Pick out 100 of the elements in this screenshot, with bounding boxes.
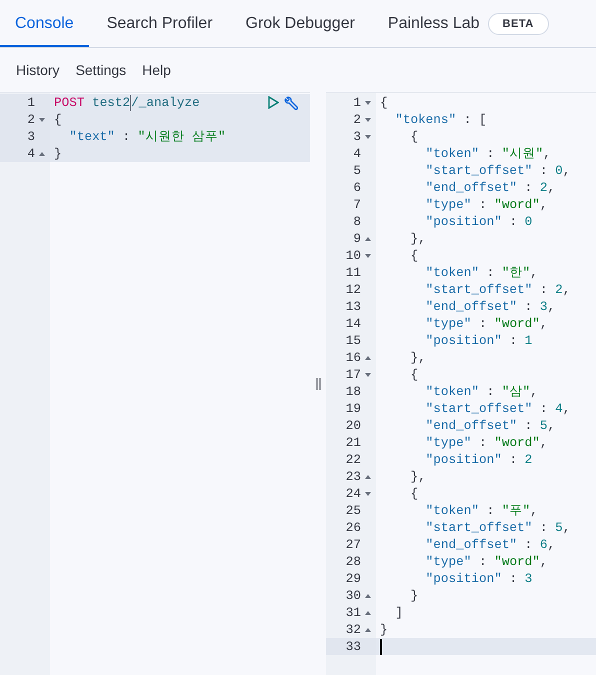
text-cursor	[130, 94, 132, 110]
line-number: 8	[353, 214, 361, 229]
expand-icon[interactable]	[364, 628, 370, 632]
line-number: 7	[353, 197, 361, 212]
line-number: 18	[346, 384, 361, 399]
collapse-icon[interactable]	[364, 372, 370, 376]
text-cursor	[380, 638, 382, 654]
tab[interactable]: Search Profiler	[92, 0, 228, 47]
code-line: "text" : "시원한 삼푸"	[68, 128, 226, 145]
code-line: }	[409, 588, 418, 603]
code-line: }	[54, 146, 62, 161]
line-number: 4	[353, 146, 361, 161]
line-number: 1	[27, 95, 35, 110]
code-editor[interactable]	[326, 92, 596, 675]
code-line: {	[380, 95, 388, 110]
line-number: 14	[346, 316, 361, 331]
line-number: 6	[353, 180, 361, 195]
expand-icon[interactable]	[364, 610, 370, 614]
code-line: "end_offset" : 5,	[424, 418, 556, 433]
collapse-icon[interactable]	[38, 118, 44, 122]
line-number: 22	[346, 452, 361, 467]
line-number: 10	[346, 248, 361, 263]
code-line: "end_offset" : 2,	[424, 180, 556, 195]
line-number: 32	[346, 622, 361, 637]
code-line: "end_offset" : 3,	[424, 299, 556, 314]
expand-icon[interactable]	[364, 356, 370, 360]
code-line: {	[409, 129, 418, 144]
menu-link[interactable]: Settings	[76, 62, 126, 78]
code-line: "token" : "푸",	[424, 502, 538, 519]
code-line: "end_offset" : 6,	[424, 537, 556, 552]
expand-icon[interactable]	[364, 236, 370, 240]
line-number: 30	[346, 588, 361, 603]
code-line: {	[54, 112, 62, 127]
line-number: 19	[346, 401, 361, 416]
tab[interactable]: Painless Lab BETA	[372, 0, 564, 47]
menu-link[interactable]: History	[16, 62, 60, 78]
code-line: },	[409, 469, 426, 484]
code-editor[interactable]: 1 2 3 4 POST test2/_analyze { "text" : "시원한 삼푸" }	[0, 92, 310, 675]
code-line: "type" : "word",	[424, 197, 548, 212]
code-line: "position" : 3	[424, 571, 532, 586]
line-number: 33	[346, 639, 361, 654]
line-number: 16	[346, 350, 361, 365]
code-line: "token" : "시원",	[424, 145, 551, 162]
line-number: 24	[346, 486, 361, 501]
expand-icon[interactable]	[364, 474, 370, 478]
code-line: {	[409, 248, 418, 263]
code-line: },	[409, 350, 426, 365]
code-line: "type" : "word",	[424, 316, 548, 331]
line-number: 23	[346, 469, 361, 484]
line-number: 28	[346, 554, 361, 569]
collapse-icon[interactable]	[364, 118, 370, 122]
tab[interactable]: Grok Debugger	[230, 0, 370, 47]
line-number: 2	[27, 112, 35, 127]
code-line: "start_offset" : 5,	[424, 520, 570, 535]
code-line: POST test2/_analyze	[54, 94, 200, 110]
collapse-icon[interactable]	[364, 134, 370, 138]
wrench-icon[interactable]	[284, 94, 300, 110]
code-line: {	[409, 486, 418, 501]
line-number: 2	[353, 112, 361, 127]
code-line: }	[380, 622, 388, 637]
collapse-icon[interactable]	[364, 492, 370, 496]
line-number: 31	[346, 605, 361, 620]
line-number: 1	[353, 95, 361, 110]
code-line: "token" : "삼",	[424, 383, 538, 400]
line-number: 3	[27, 129, 35, 144]
line-number: 25	[346, 503, 361, 518]
expand-icon[interactable]	[364, 594, 370, 598]
line-number: 11	[346, 265, 361, 280]
collapse-icon[interactable]	[364, 254, 370, 258]
line-number: 27	[346, 537, 361, 552]
code-line: "start_offset" : 0,	[424, 163, 570, 178]
line-number: 13	[346, 299, 361, 314]
code-line: "type" : "word",	[424, 435, 548, 450]
code-line: },	[409, 231, 426, 246]
beta-badge: BETA	[488, 12, 549, 34]
line-number: 9	[353, 231, 361, 246]
code-line: "start_offset" : 4,	[424, 401, 570, 416]
code-line: {	[409, 367, 418, 382]
collapse-icon[interactable]	[364, 100, 370, 104]
code-line: "type" : "word",	[424, 554, 548, 569]
code-line: "position" : 1	[424, 333, 532, 348]
line-number: 5	[353, 163, 361, 178]
tab[interactable]: Console	[0, 0, 89, 47]
line-number: 21	[346, 435, 361, 450]
code-line: "tokens" : [	[394, 112, 487, 127]
code-line: "start_offset" : 2,	[424, 282, 570, 297]
code-line: ]	[394, 605, 403, 620]
menu-link[interactable]: Help	[142, 62, 171, 78]
line-number: 12	[346, 282, 361, 297]
line-number: 20	[346, 418, 361, 433]
line-number: 15	[346, 333, 361, 348]
code-line: "token" : "한",	[424, 264, 538, 281]
play-icon[interactable]	[268, 96, 279, 109]
resize-handle-icon[interactable]	[316, 378, 320, 390]
line-number: 17	[346, 367, 361, 382]
line-number: 29	[346, 571, 361, 586]
line-number: 26	[346, 520, 361, 535]
line-number: 4	[27, 146, 35, 161]
expand-icon[interactable]	[38, 152, 44, 156]
code-line: "position" : 2	[424, 452, 532, 467]
